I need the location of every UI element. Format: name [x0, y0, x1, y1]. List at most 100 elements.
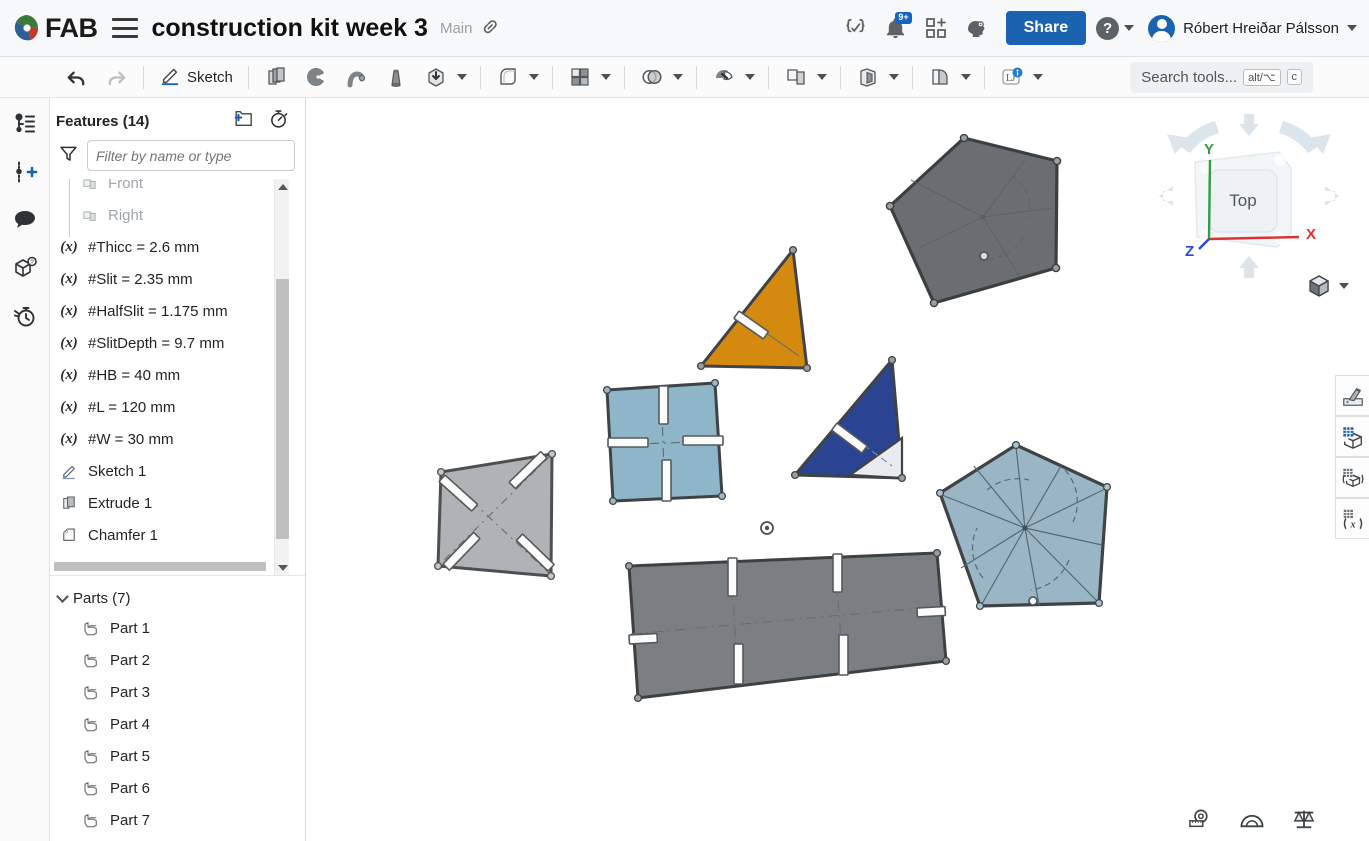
chevron-down-icon: [56, 589, 69, 603]
appearance-icon[interactable]: [1335, 375, 1369, 416]
feature-item-variable-slitdepth[interactable]: (x) #SlitDepth = 9.7 mm: [50, 327, 305, 359]
filter-row: [50, 140, 305, 179]
chevron-down-icon: [1347, 25, 1357, 31]
triangle-orange[interactable]: [696, 245, 812, 373]
fab-logo[interactable]: FAB: [12, 13, 98, 44]
part-item-label: Part 6: [110, 779, 151, 797]
learning-center-icon[interactable]: [959, 12, 993, 44]
feature-item-variable-thicc[interactable]: (x) #Thicc = 2.6 mm: [50, 231, 305, 263]
extrude-icon[interactable]: [260, 62, 292, 92]
feature-item-front[interactable]: Front: [50, 179, 305, 199]
part-item-6[interactable]: Part 6: [50, 772, 305, 804]
boolean-icon[interactable]: [636, 62, 668, 92]
part-item-5[interactable]: Part 5: [50, 740, 305, 772]
undo-button[interactable]: [60, 62, 92, 92]
link-icon[interactable]: [477, 12, 509, 44]
view-cube[interactable]: Top X Y Z: [1149, 108, 1349, 298]
chevron-down-icon[interactable]: [816, 74, 827, 80]
part-item-2[interactable]: Part 2: [50, 644, 305, 676]
feature-item-variable-w[interactable]: (x) #W = 30 mm: [50, 423, 305, 455]
square-light-blue[interactable]: [602, 378, 727, 506]
fillet-icon[interactable]: [492, 62, 524, 92]
chevron-down-icon[interactable]: [456, 74, 467, 80]
part-item-label: Part 7: [110, 811, 151, 829]
feature-item-variable-l[interactable]: (x) #L = 120 mm: [50, 391, 305, 423]
history-icon[interactable]: [7, 298, 43, 334]
chevron-down-icon[interactable]: [744, 74, 755, 80]
user-account-menu[interactable]: Róbert Hreiðar Pálsson: [1148, 14, 1357, 42]
scrollbar-thumb[interactable]: [276, 279, 289, 539]
feature-item-variable-halfslit[interactable]: (x) #HalfSlit = 1.175 mm: [50, 295, 305, 327]
scroll-down-arrow[interactable]: [275, 560, 290, 575]
pentagon-dark-gray[interactable]: [885, 133, 1062, 308]
view-style-dropdown[interactable]: [1306, 273, 1349, 299]
apps-grid-icon[interactable]: [919, 12, 953, 44]
feature-script-icon[interactable]: [839, 12, 873, 44]
add-variable-icon[interactable]: [7, 154, 43, 190]
rollback-stopwatch-icon[interactable]: [268, 108, 289, 134]
sheet-metal-icon[interactable]: [924, 62, 956, 92]
part-item-3[interactable]: Part 3: [50, 676, 305, 708]
protractor-icon[interactable]: [1239, 807, 1265, 831]
pattern-icon[interactable]: [564, 62, 596, 92]
chevron-down-icon: [1124, 25, 1135, 31]
feature-list[interactable]: Front Right (x) #Thicc = 2.6 mm (x) #Sli…: [50, 179, 305, 576]
plane-icon[interactable]: [780, 62, 812, 92]
scroll-up-arrow[interactable]: [275, 179, 290, 195]
feature-list-icon[interactable]: [7, 106, 43, 142]
feature-item-variable-slit[interactable]: (x) #Slit = 2.35 mm: [50, 263, 305, 295]
sweep-icon[interactable]: [340, 62, 372, 92]
redo-button[interactable]: [100, 62, 132, 92]
versions-icon[interactable]: ?: [7, 250, 43, 286]
draft-icon[interactable]: [708, 62, 740, 92]
square-light-gray[interactable]: [433, 449, 557, 581]
triangle-blue[interactable]: [790, 355, 907, 483]
search-tools-button[interactable]: Search tools... alt/⌥ c: [1130, 61, 1313, 93]
parts-section-header[interactable]: Parts (7): [50, 584, 305, 612]
feature-list-horizontal-scrollbar[interactable]: [54, 562, 266, 571]
rectangle-gray[interactable]: [624, 548, 951, 703]
origin-point[interactable]: [760, 521, 774, 535]
part-icon: [80, 651, 102, 669]
toolbar-divider: [479, 65, 481, 89]
chevron-down-icon[interactable]: [528, 74, 539, 80]
feature-item-right[interactable]: Right: [50, 199, 305, 231]
measure-tape-icon[interactable]: [1187, 807, 1213, 831]
part-item-4[interactable]: Part 4: [50, 708, 305, 740]
revolve-icon[interactable]: [300, 62, 332, 92]
mass-properties-icon[interactable]: [1291, 807, 1317, 831]
funnel-filter-icon[interactable]: [58, 143, 79, 169]
loft-icon[interactable]: [380, 62, 412, 92]
chevron-down-icon[interactable]: [1032, 74, 1043, 80]
display-state-icon[interactable]: [1335, 416, 1369, 457]
part-item-7[interactable]: Part 7: [50, 804, 305, 836]
shell-icon[interactable]: [852, 62, 884, 92]
chevron-down-icon[interactable]: [672, 74, 683, 80]
variable-studio-icon[interactable]: L J: [996, 62, 1028, 92]
filter-input[interactable]: [87, 140, 295, 171]
feature-item-sketch-1[interactable]: Sketch 1: [50, 455, 305, 487]
variable-icon: (x): [60, 366, 78, 383]
notifications-bell-icon[interactable]: 9+: [879, 12, 913, 44]
feature-item-chamfer-1[interactable]: Chamfer 1: [50, 519, 305, 551]
configuration-icon[interactable]: [1335, 457, 1369, 498]
3d-viewport[interactable]: Top X Y Z x: [307, 98, 1369, 841]
pentagon-light-blue[interactable]: [935, 440, 1112, 611]
share-button[interactable]: Share: [1005, 11, 1087, 45]
part-item-1[interactable]: Part 1: [50, 612, 305, 644]
comments-icon[interactable]: [7, 202, 43, 238]
part-icon: [80, 779, 102, 797]
chevron-down-icon[interactable]: [960, 74, 971, 80]
feature-item-variable-hb[interactable]: (x) #HB = 40 mm: [50, 359, 305, 391]
help-menu[interactable]: ?: [1096, 16, 1135, 40]
hamburger-menu-icon[interactable]: [111, 18, 138, 38]
feature-item-extrude-1[interactable]: Extrude 1: [50, 487, 305, 519]
thicken-icon[interactable]: [420, 62, 452, 92]
chevron-down-icon[interactable]: [600, 74, 611, 80]
variable-icon: (x): [60, 238, 78, 255]
sketch-button[interactable]: Sketch: [151, 64, 241, 90]
new-folder-icon[interactable]: [232, 108, 254, 134]
variable-studio-panel-icon[interactable]: x: [1335, 498, 1369, 539]
feature-list-scrollbar[interactable]: [274, 179, 290, 575]
chevron-down-icon[interactable]: [888, 74, 899, 80]
